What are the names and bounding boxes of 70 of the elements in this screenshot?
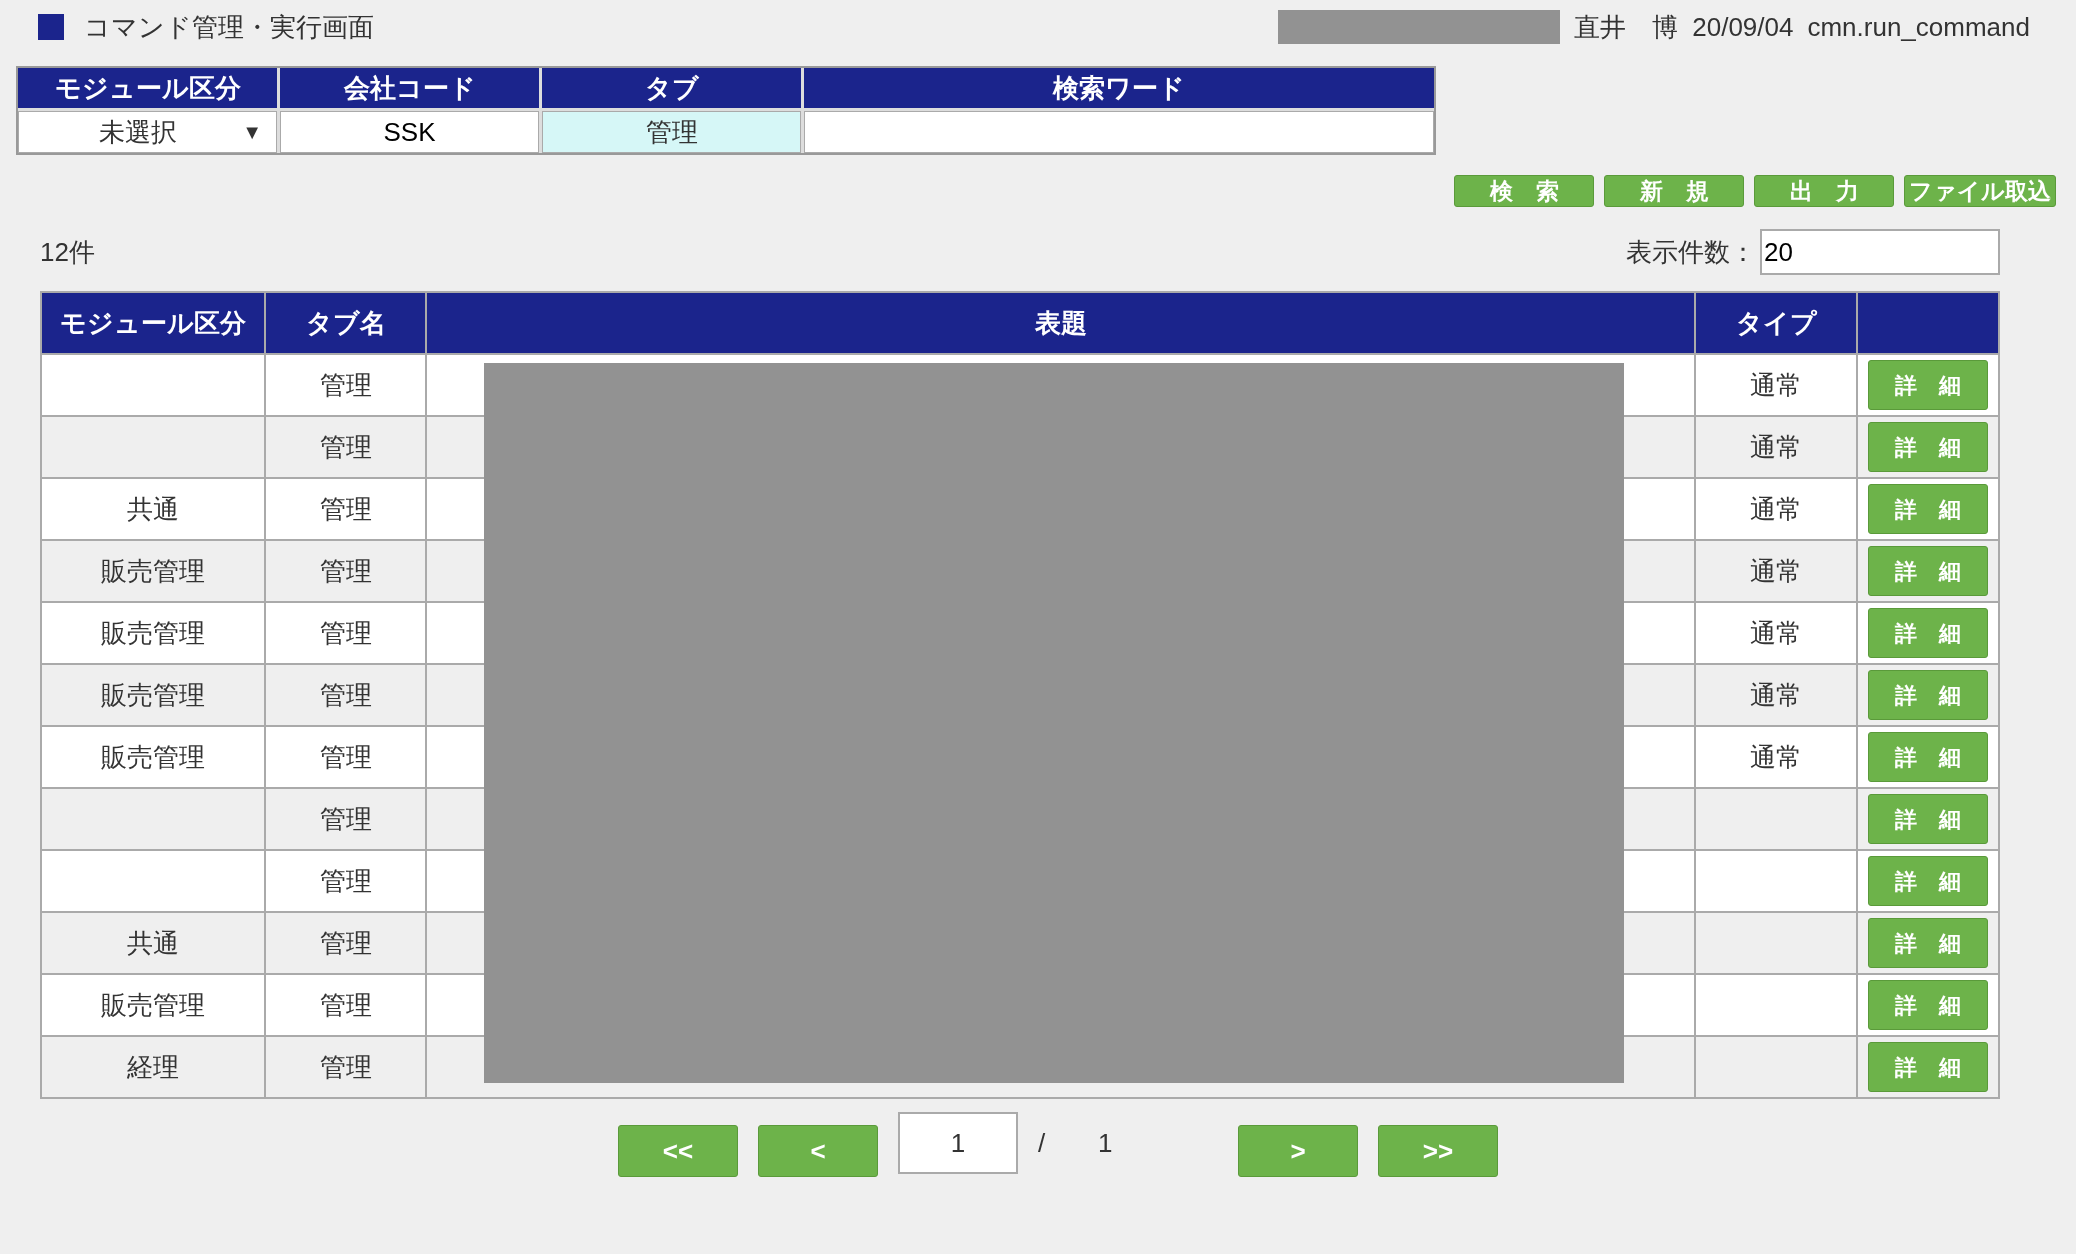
table-cell: 管理 [266,851,425,911]
result-count: 12件 [40,235,95,269]
table-cell: 管理 [266,789,425,849]
table-cell: 経理 [42,1037,264,1097]
detail-button[interactable]: 詳 細 [1868,360,1988,410]
table-cell: 管理 [266,417,425,477]
table-cell: 販売管理 [42,975,264,1035]
column-header: モジュール区分 [42,293,264,353]
prev-page-button[interactable]: < [758,1125,878,1177]
column-header: タイプ [1696,293,1856,353]
table-cell: 通常 [1696,417,1856,477]
filter-header: タブ [542,68,801,108]
detail-button[interactable]: 詳 細 [1868,732,1988,782]
detail-button[interactable]: 詳 細 [1868,1042,1988,1092]
action-button[interactable]: 出 力 [1754,175,1894,207]
table-cell: 通常 [1696,665,1856,725]
date-text: 20/09/04 [1692,10,1794,44]
next-page-button[interactable]: > [1238,1125,1358,1177]
column-header: タブ名 [266,293,425,353]
detail-button[interactable]: 詳 細 [1868,422,1988,472]
table-cell: 管理 [266,355,425,415]
detail-button[interactable]: 詳 細 [1868,794,1988,844]
table-cell: 販売管理 [42,665,264,725]
first-page-button[interactable]: << [618,1125,738,1177]
table-cell: 共通 [42,479,264,539]
table-cell: 通常 [1696,727,1856,787]
table-cell: 販売管理 [42,603,264,663]
table-cell: 管理 [266,541,425,601]
column-header: 表題 [427,293,1694,353]
table-cell: 管理 [266,603,425,663]
program-id: cmn.run_command [1807,10,2030,44]
filter-header: 検索ワード [804,68,1434,108]
table-cell: 管理 [266,479,425,539]
company-code-field[interactable]: SSK [280,111,539,153]
table-cell: 販売管理 [42,541,264,601]
detail-button[interactable]: 詳 細 [1868,856,1988,906]
table-cell: 管理 [266,975,425,1035]
page-size-field[interactable]: 20 [1760,229,2000,275]
detail-button[interactable]: 詳 細 [1868,608,1988,658]
page-number-field[interactable]: 1 [898,1112,1018,1174]
page-size-label: 表示件数： [1626,235,1756,269]
detail-button[interactable]: 詳 細 [1868,918,1988,968]
total-pages: 1 [1098,1126,1114,1160]
action-button[interactable]: ファイル取込 [1904,175,2056,207]
table-cell: 販売管理 [42,727,264,787]
module-select[interactable]: 未選択 ▼ [18,111,277,153]
detail-button[interactable]: 詳 細 [1868,670,1988,720]
action-button[interactable]: 検 索 [1454,175,1594,207]
tab-field[interactable]: 管理 [542,111,801,153]
user-name: 直井 博 [1574,10,1679,44]
table-cell: 共通 [42,913,264,973]
filter-header: 会社コード [280,68,539,108]
table-cell: 通常 [1696,603,1856,663]
last-page-button[interactable]: >> [1378,1125,1498,1177]
table-cell: 管理 [266,665,425,725]
detail-button[interactable]: 詳 細 [1868,980,1988,1030]
action-button[interactable]: 新 規 [1604,175,1744,207]
table-cell: 通常 [1696,541,1856,601]
search-word-field[interactable] [804,111,1434,153]
title-square-icon [38,14,64,40]
page-title: コマンド管理・実行画面 [84,10,374,44]
page-separator: / [1038,1126,1047,1160]
filter-header: モジュール区分 [18,68,277,108]
detail-button[interactable]: 詳 細 [1868,546,1988,596]
detail-button[interactable]: 詳 細 [1868,484,1988,534]
table-cell: 通常 [1696,355,1856,415]
table-cell: 管理 [266,1037,425,1097]
table-cell: 管理 [266,913,425,973]
table-cell: 管理 [266,727,425,787]
table-cell: 通常 [1696,479,1856,539]
